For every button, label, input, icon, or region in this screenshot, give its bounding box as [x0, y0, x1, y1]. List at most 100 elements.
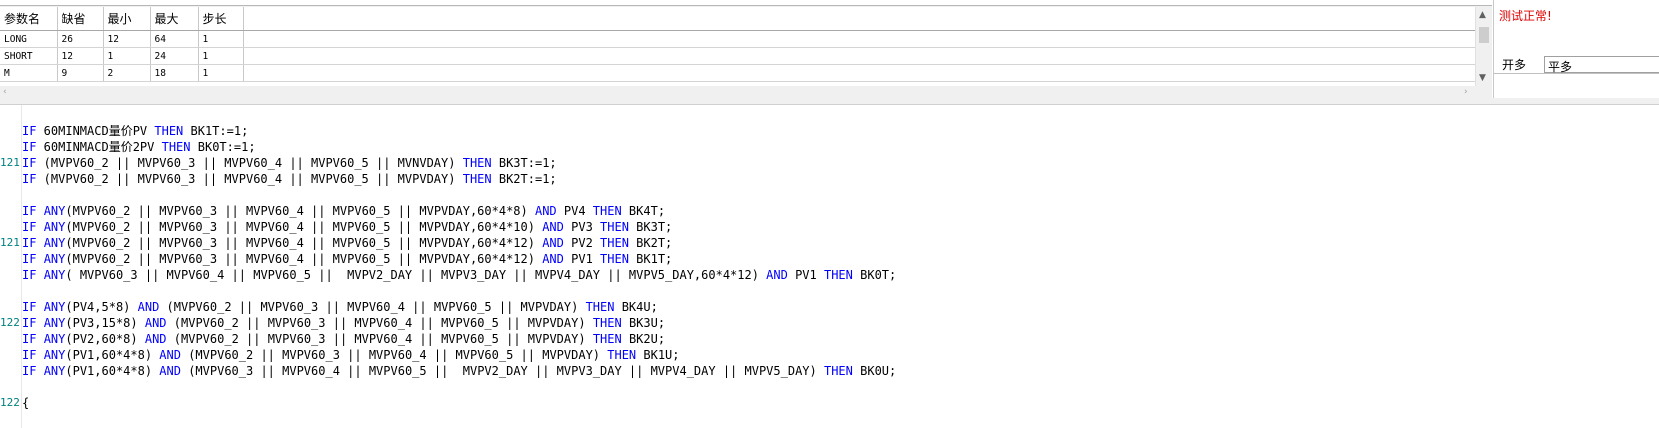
tab-divider: [1494, 73, 1659, 74]
param-name-cell[interactable]: M: [0, 64, 58, 82]
code-text[interactable]: IF ANY(PV2,60*8) AND (MVPV60_2 || MVPV60…: [22, 331, 665, 347]
code-token: (PV1,60*4*8): [65, 364, 160, 378]
keyword-token: ANY: [43, 300, 66, 314]
code-token: (MVPV60_2 || MVPV60_3 || MVPV60_4 || MVP…: [65, 236, 543, 250]
line-number: 121: [0, 156, 20, 169]
param-name-cell[interactable]: LONG: [0, 30, 58, 48]
tab-open-long[interactable]: 开多: [1496, 54, 1540, 72]
code-text[interactable]: IF ANY(PV3,15*8) AND (MVPV60_2 || MVPV60…: [22, 315, 665, 331]
keyword-token: THEN: [585, 300, 615, 314]
keyword-token: IF: [22, 156, 37, 170]
keyword-token: AND: [159, 364, 181, 378]
code-text[interactable]: IF 60MINMACD量价2PV THEN BK0T:=1;: [22, 139, 256, 155]
code-token: (MVPV60_2 || MVPV60_3 || MVPV60_4 || MVP…: [166, 332, 593, 346]
header-step[interactable]: 步长: [198, 7, 244, 31]
code-text[interactable]: IF ANY(MVPV60_2 || MVPV60_3 || MVPV60_4 …: [22, 203, 665, 219]
parameter-row[interactable]: SHORT 12 1 24 1: [0, 47, 1475, 65]
code-text[interactable]: IF ANY(PV4,5*8) AND (MVPV60_2 || MVPV60_…: [22, 299, 658, 315]
code-editor[interactable]: IF 60MINMACD量价PV THEN BK1T:=1; IF 60MINMA…: [0, 104, 1659, 428]
scroll-up-arrow-icon[interactable]: ▲: [1479, 10, 1486, 20]
code-text[interactable]: IF ANY(PV1,60*4*8) AND (MVPV60_2 || MVPV…: [22, 347, 680, 363]
code-token: BK2T:=1;: [491, 172, 557, 186]
keyword-token: ANY: [43, 252, 66, 266]
code-token: PV2: [563, 236, 601, 250]
code-token: (PV2,60*8): [65, 332, 145, 346]
code-text[interactable]: IF ANY(MVPV60_2 || MVPV60_3 || MVPV60_4 …: [22, 219, 672, 235]
test-status-text: 测试正常!: [1499, 9, 1552, 23]
grid-vertical-scrollbar[interactable]: ▲ ▼: [1475, 7, 1492, 86]
scroll-down-arrow-icon[interactable]: ▼: [1479, 73, 1486, 83]
param-min-cell[interactable]: 1: [103, 47, 151, 65]
code-token: BK0T:=1;: [190, 140, 256, 154]
tab-close-long[interactable]: 平多: [1544, 56, 1659, 74]
keyword-token: THEN: [823, 268, 853, 282]
param-max-cell[interactable]: 24: [150, 47, 199, 65]
code-text[interactable]: IF (MVPV60_2 || MVPV60_3 || MVPV60_4 || …: [22, 171, 557, 187]
param-default-cell[interactable]: 26: [57, 30, 104, 48]
header-min[interactable]: 最小: [103, 7, 151, 31]
keyword-token: IF: [22, 236, 37, 250]
scroll-left-arrow-icon[interactable]: ‹: [3, 87, 7, 98]
header-max[interactable]: 最大: [150, 7, 199, 31]
code-token: BK3U;: [621, 316, 666, 330]
code-text[interactable]: IF ANY( MVPV60_3 || MVPV60_4 || MVPV60_5…: [22, 267, 896, 283]
param-min-cell[interactable]: 2: [103, 64, 151, 82]
code-token: ( MVPV60_3 || MVPV60_4 || MVPV60_5 || MV…: [65, 268, 767, 282]
param-name-cell[interactable]: SHORT: [0, 47, 58, 65]
row-filler: [243, 64, 1475, 82]
code-token: (MVPV60_2 || MVPV60_3 || MVPV60_4 || MVP…: [65, 204, 535, 218]
header-default[interactable]: 缺省: [57, 7, 104, 31]
code-token: (MVPV60_2 || MVPV60_3 || MVPV60_4 || MVP…: [36, 172, 463, 186]
code-token: (MVPV60_2 || MVPV60_3 || MVPV60_4 || MVP…: [65, 252, 543, 266]
keyword-token: IF: [22, 172, 37, 186]
param-step-cell[interactable]: 1: [198, 47, 244, 65]
keyword-token: ANY: [43, 332, 66, 346]
keyword-token: IF: [22, 332, 37, 346]
header-param-name[interactable]: 参数名: [0, 7, 58, 31]
parameter-grid[interactable]: 参数名 缺省 最小 最大 步长 LONG 26 12 64 1 SHORT 12…: [0, 7, 1475, 86]
keyword-token: IF: [22, 252, 37, 266]
grid-horizontal-scrollbar[interactable]: ‹ ›: [0, 87, 1475, 98]
code-text[interactable]: IF ANY(MVPV60_2 || MVPV60_3 || MVPV60_4 …: [22, 235, 672, 251]
code-token: BK4U;: [614, 300, 658, 314]
code-text[interactable]: IF ANY(PV1,60*4*8) AND (MVPV60_3 || MVPV…: [22, 363, 896, 379]
param-max-cell[interactable]: 64: [150, 30, 199, 48]
keyword-token: ANY: [43, 204, 66, 218]
keyword-token: AND: [144, 332, 167, 346]
scroll-right-arrow-icon[interactable]: ›: [1464, 87, 1468, 98]
parameter-panel: 参数名 缺省 最小 最大 步长 LONG 26 12 64 1 SHORT 12…: [0, 5, 1492, 99]
param-default-cell[interactable]: 12: [57, 47, 104, 65]
code-text[interactable]: IF ANY(MVPV60_2 || MVPV60_3 || MVPV60_4 …: [22, 251, 672, 267]
keyword-token: ANY: [43, 316, 66, 330]
code-token: (MVPV60_2 || MVPV60_3 || MVPV60_4 || MVP…: [36, 156, 463, 170]
code-token: (MVPV60_2 || MVPV60_3 || MVPV60_4 || MVP…: [159, 300, 586, 314]
code-token: (MVPV60_2 || MVPV60_3 || MVPV60_4 || MVP…: [180, 348, 608, 362]
code-token: BK2U;: [621, 332, 666, 346]
param-min-cell[interactable]: 12: [103, 30, 151, 48]
right-panel: 测试正常! 开多 平多: [1493, 0, 1659, 98]
code-text[interactable]: IF (MVPV60_2 || MVPV60_3 || MVPV60_4 || …: [22, 155, 557, 171]
vertical-scroll-thumb[interactable]: [1479, 27, 1489, 43]
line-number: 121: [0, 236, 20, 249]
param-step-cell[interactable]: 1: [198, 30, 244, 48]
keyword-token: AND: [766, 268, 788, 282]
code-token: (PV4,5*8): [65, 300, 138, 314]
parameter-row[interactable]: M 9 2 18 1: [0, 64, 1475, 82]
parameter-row[interactable]: LONG 26 12 64 1: [0, 30, 1475, 48]
param-default-cell[interactable]: 9: [57, 64, 104, 82]
code-token: (MVPV60_2 || MVPV60_3 || MVPV60_4 || MVP…: [65, 220, 543, 234]
code-token: (PV3,15*8): [65, 316, 145, 330]
param-max-cell[interactable]: 18: [150, 64, 199, 82]
keyword-token: THEN: [600, 220, 629, 234]
code-text[interactable]: {: [22, 395, 29, 411]
code-token: 60MINMACD量价PV: [36, 124, 155, 138]
keyword-token: ANY: [43, 220, 66, 234]
code-token: BK3T;: [628, 220, 673, 234]
keyword-token: THEN: [161, 140, 191, 154]
parameter-header-row: 参数名 缺省 最小 最大 步长: [0, 7, 1475, 31]
code-text[interactable]: IF 60MINMACD量价PV THEN BK1T:=1;: [22, 123, 248, 139]
param-step-cell[interactable]: 1: [198, 64, 244, 82]
